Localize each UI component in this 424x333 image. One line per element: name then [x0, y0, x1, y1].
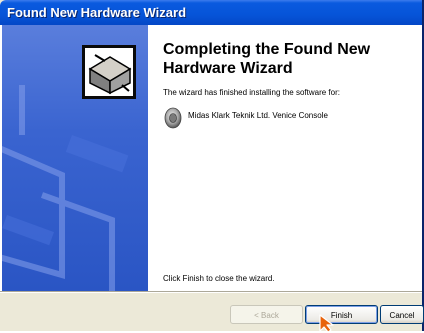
hardware-wizard-icon [82, 45, 136, 99]
finish-hint: Click Finish to close the wizard. [163, 274, 275, 283]
window-title: Found New Hardware Wizard [7, 5, 187, 20]
status-text: The wizard has finished installing the s… [163, 88, 340, 97]
wizard-window: Found New Hardware Wizard Completing the… [0, 0, 424, 333]
banner-graphic [2, 45, 136, 291]
wizard-heading: Completing the Found New Hardware Wizard [163, 41, 371, 77]
title-bar[interactable]: Found New Hardware Wizard [0, 0, 422, 25]
footer-divider [0, 291, 422, 293]
back-button[interactable]: < Back [230, 305, 303, 324]
device-name: Midas Klark Teknik Ltd. Venice Console [188, 111, 328, 120]
wizard-banner [2, 25, 148, 291]
cancel-button[interactable]: Cancel [380, 305, 424, 324]
mouse-pointer-icon [319, 314, 334, 333]
speaker-icon [164, 107, 182, 129]
